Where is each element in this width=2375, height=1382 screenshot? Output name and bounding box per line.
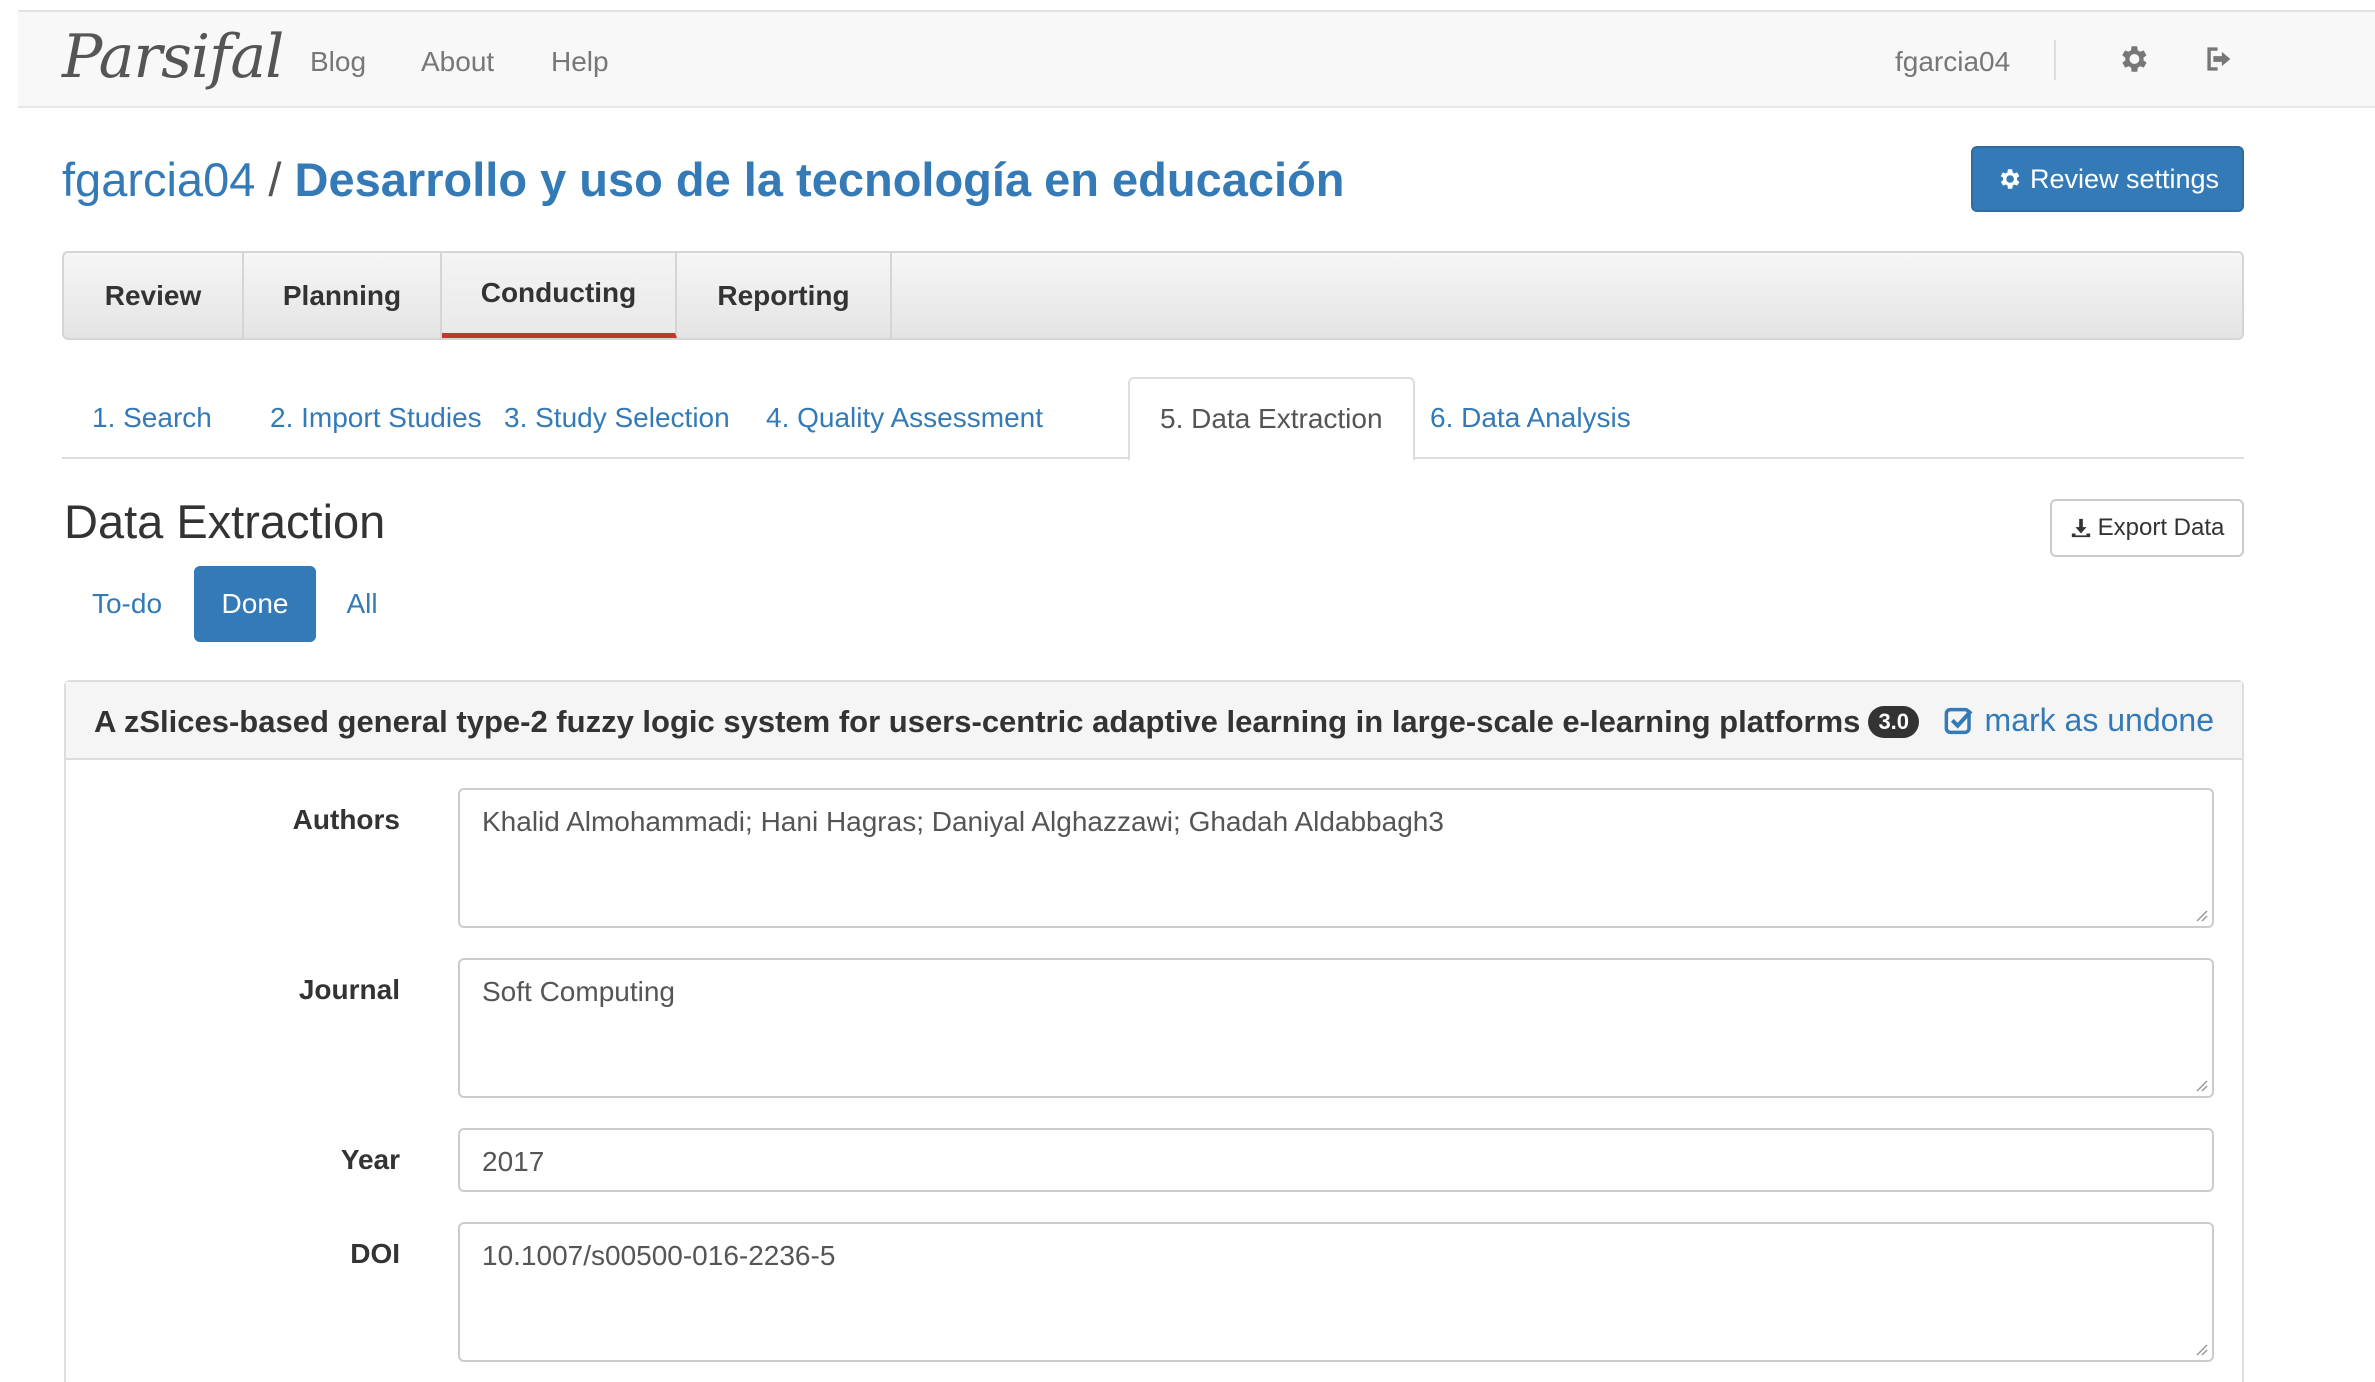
subtab-data-extraction[interactable]: 5. Data Extraction bbox=[1128, 377, 1415, 461]
owner-link[interactable]: fgarcia04 bbox=[62, 153, 255, 206]
subtab-search[interactable]: 1. Search bbox=[62, 377, 242, 459]
export-data-label: Export Data bbox=[2097, 514, 2225, 541]
study-panel: A zSlices-based general type-2 fuzzy log… bbox=[64, 680, 2244, 1382]
filter-todo[interactable]: To-do bbox=[64, 566, 190, 642]
study-title-text: A zSlices-based general type-2 fuzzy log… bbox=[94, 704, 1861, 739]
tab-reporting[interactable]: Reporting bbox=[677, 253, 892, 338]
tab-review[interactable]: Review bbox=[64, 253, 244, 338]
year-label: Year bbox=[340, 1144, 400, 1175]
download-icon bbox=[2071, 518, 2090, 538]
doi-textarea[interactable]: 10.1007/s00500-016-2236-5 bbox=[458, 1222, 2214, 1362]
resize-grip-icon[interactable] bbox=[2192, 1076, 2208, 1092]
nav-link-help[interactable]: Help bbox=[551, 46, 609, 78]
subtab-import-studies[interactable]: 2. Import Studies bbox=[240, 377, 512, 459]
study-panel-heading: A zSlices-based general type-2 fuzzy log… bbox=[66, 682, 2242, 760]
journal-textarea[interactable]: Soft Computing bbox=[458, 958, 2214, 1098]
mark-undone-label: mark as undone bbox=[1984, 702, 2214, 738]
year-input[interactable]: 2017 bbox=[458, 1128, 2214, 1192]
tab-conducting[interactable]: Conducting bbox=[442, 253, 677, 338]
resize-grip-icon[interactable] bbox=[2192, 1340, 2208, 1356]
journal-label: Journal bbox=[298, 974, 400, 1005]
nav-link-blog[interactable]: Blog bbox=[310, 46, 366, 78]
gear-icon bbox=[2000, 169, 2020, 189]
title-separator: / bbox=[268, 153, 282, 206]
section-title: Data Extraction bbox=[64, 495, 386, 548]
check-square-icon bbox=[1944, 707, 1973, 734]
doi-label: DOI bbox=[350, 1238, 400, 1269]
top-navbar: Parsifal Blog About Help fgarcia04 bbox=[18, 10, 2375, 108]
review-settings-label: Review settings bbox=[2029, 163, 2220, 194]
score-badge: 3.0 bbox=[1868, 706, 1920, 738]
review-settings-button[interactable]: Review settings bbox=[1971, 146, 2244, 212]
study-title: A zSlices-based general type-2 fuzzy log… bbox=[94, 704, 1920, 740]
logout-icon[interactable] bbox=[2202, 42, 2238, 78]
mark-undone-link[interactable]: mark as undone bbox=[1943, 702, 2214, 739]
nav-link-about[interactable]: About bbox=[421, 46, 494, 78]
nav-username[interactable]: fgarcia04 bbox=[1895, 46, 2010, 78]
gear-icon[interactable] bbox=[2116, 42, 2152, 78]
main-tabs: Review Planning Conducting Reporting bbox=[62, 251, 2244, 340]
sub-tabs: 1. Search 2. Import Studies 3. Study Sel… bbox=[62, 377, 2244, 461]
subtab-quality-assessment[interactable]: 4. Quality Assessment bbox=[736, 377, 1073, 459]
subtab-data-analysis[interactable]: 6. Data Analysis bbox=[1400, 377, 1661, 459]
resize-grip-icon[interactable] bbox=[2192, 906, 2208, 922]
review-name-link[interactable]: Desarrollo y uso de la tecnología en edu… bbox=[295, 153, 1345, 206]
nav-divider bbox=[2054, 40, 2056, 80]
tab-planning[interactable]: Planning bbox=[244, 253, 442, 338]
subtab-study-selection[interactable]: 3. Study Selection bbox=[474, 377, 760, 459]
page-title: fgarcia04 / Desarrollo y uso de la tecno… bbox=[62, 152, 1345, 208]
brand-logo[interactable]: Parsifal bbox=[62, 24, 284, 90]
export-data-button[interactable]: Export Data bbox=[2050, 499, 2244, 557]
authors-textarea[interactable]: Khalid Almohammadi; Hani Hagras; Daniyal… bbox=[458, 788, 2214, 928]
authors-label: Authors bbox=[292, 804, 400, 835]
filter-all[interactable]: All bbox=[330, 566, 394, 642]
filter-done[interactable]: Done bbox=[194, 566, 316, 642]
